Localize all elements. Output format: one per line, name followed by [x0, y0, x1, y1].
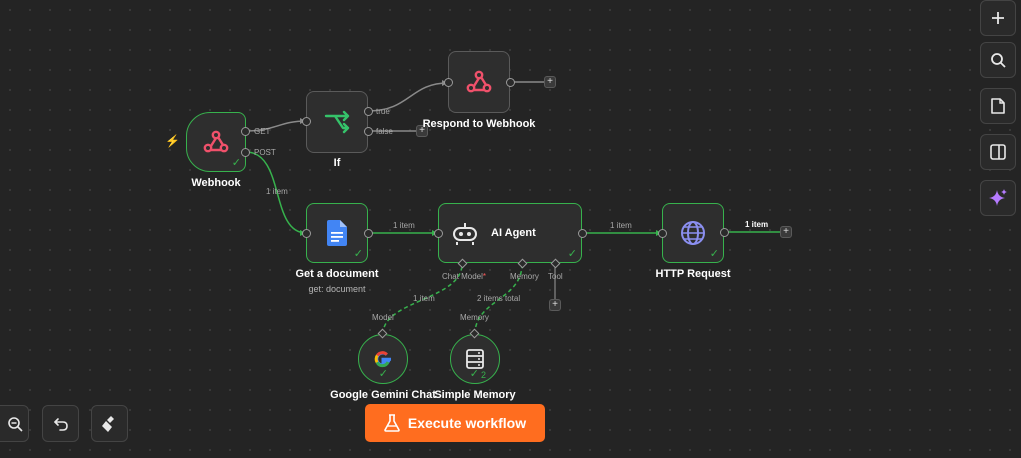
- edge-label-post-to-doc: 1 item: [266, 187, 288, 196]
- edge-label-doc-to-agent: 1 item: [393, 221, 415, 230]
- http-add-button[interactable]: +: [780, 226, 792, 238]
- respond-output-port[interactable]: [506, 78, 515, 87]
- http-output-port[interactable]: [720, 228, 729, 237]
- clear-icon: [101, 415, 114, 432]
- respond-to-webhook-label: Respond to Webhook: [422, 118, 536, 130]
- lightning-icon: ⚡: [165, 134, 180, 148]
- sparkles-icon: [989, 189, 1007, 206]
- sticky-note-button[interactable]: [980, 88, 1016, 124]
- simple-memory-label: Simple Memory: [434, 389, 516, 401]
- database-icon: [466, 349, 484, 369]
- gemini-chat-label: Google Gemini Chat: [330, 389, 436, 401]
- webhook-get-label: GET: [254, 127, 271, 136]
- success-check-icon: ✓: [353, 248, 363, 260]
- google-docs-icon: [327, 220, 347, 246]
- execute-workflow-label: Execute workflow: [407, 415, 527, 431]
- http-request-label: HTTP Request: [655, 268, 731, 280]
- if-true-label: true: [376, 107, 390, 116]
- get-document-label: Get a document: [295, 268, 379, 280]
- edge-label-http-out: 1 item: [745, 220, 769, 229]
- if-label: If: [333, 157, 341, 169]
- search-icon: [991, 53, 1006, 68]
- toggle-panel-button[interactable]: [980, 134, 1016, 170]
- undo-icon: [53, 417, 68, 431]
- branch-icon: [324, 110, 350, 134]
- plus-icon: [992, 12, 1004, 24]
- required-marker: *: [482, 272, 487, 281]
- webhook-icon: [466, 70, 492, 93]
- sticky-note-icon: [991, 98, 1005, 114]
- google-icon: [374, 351, 391, 368]
- execute-workflow-button[interactable]: Execute workflow: [365, 404, 545, 442]
- edge-label-memory-to-agent: 2 items total: [477, 294, 521, 303]
- agent-memory-label: Memory: [510, 272, 539, 281]
- search-button[interactable]: [980, 42, 1016, 78]
- if-true-port[interactable]: [364, 107, 373, 116]
- agent-output-port[interactable]: [578, 229, 587, 238]
- if-false-port[interactable]: [364, 127, 373, 136]
- http-input-port[interactable]: [658, 229, 667, 238]
- memory-port-label: Memory: [460, 313, 489, 322]
- if-node[interactable]: [306, 91, 368, 153]
- add-node-button[interactable]: [980, 0, 1016, 36]
- panel-icon: [990, 144, 1006, 160]
- undo-button[interactable]: [42, 405, 79, 442]
- flask-icon: [384, 414, 400, 432]
- doc-output-port[interactable]: [364, 229, 373, 238]
- ai-agent-label: AI Agent: [491, 227, 536, 239]
- webhook-post-label: POST: [254, 148, 276, 157]
- gemini-model-label: Model: [372, 313, 394, 322]
- webhook-label: Webhook: [191, 177, 241, 189]
- clear-execution-button[interactable]: [91, 405, 128, 442]
- agent-input-port[interactable]: [434, 229, 443, 238]
- if-false-label: false: [376, 127, 393, 136]
- gemini-chat-node[interactable]: ✓: [358, 334, 408, 384]
- globe-icon: [681, 221, 705, 245]
- agent-tool-add-button[interactable]: +: [549, 299, 561, 311]
- simple-memory-node[interactable]: ✓ 2: [450, 334, 500, 384]
- respond-to-webhook-node[interactable]: [448, 51, 510, 113]
- http-request-node[interactable]: ✓: [662, 203, 724, 263]
- ai-assistant-button[interactable]: [980, 180, 1016, 216]
- agent-tool-label: Tool: [548, 272, 563, 281]
- success-check-icon: ✓: [567, 248, 577, 260]
- edge-label-agent-to-http: 1 item: [610, 221, 632, 230]
- memory-run-count: 2: [480, 370, 486, 380]
- success-check-icon: ✓: [231, 157, 241, 169]
- success-check-icon: ✓: [378, 368, 388, 380]
- webhook-get-port[interactable]: [241, 127, 250, 136]
- agent-chat-model-label: Chat Model*: [442, 272, 487, 281]
- webhook-post-port[interactable]: [241, 148, 250, 157]
- webhook-icon: [203, 130, 229, 153]
- success-check-icon: ✓: [709, 248, 719, 260]
- webhook-node[interactable]: ✓: [186, 112, 246, 172]
- ai-agent-node[interactable]: AI Agent ✓: [438, 203, 582, 263]
- success-check-icon: ✓: [469, 368, 479, 380]
- if-input-port[interactable]: [302, 117, 311, 126]
- zoom-out-icon: [7, 416, 23, 432]
- robot-icon: [453, 223, 477, 245]
- edge-label-gemini-to-agent: 1 item: [413, 294, 435, 303]
- get-document-node[interactable]: ✓: [306, 203, 368, 263]
- doc-input-port[interactable]: [302, 229, 311, 238]
- get-document-subtitle: get: document: [308, 284, 366, 294]
- respond-input-port[interactable]: [444, 78, 453, 87]
- zoom-out-button[interactable]: [0, 405, 29, 442]
- respond-add-button[interactable]: +: [544, 76, 556, 88]
